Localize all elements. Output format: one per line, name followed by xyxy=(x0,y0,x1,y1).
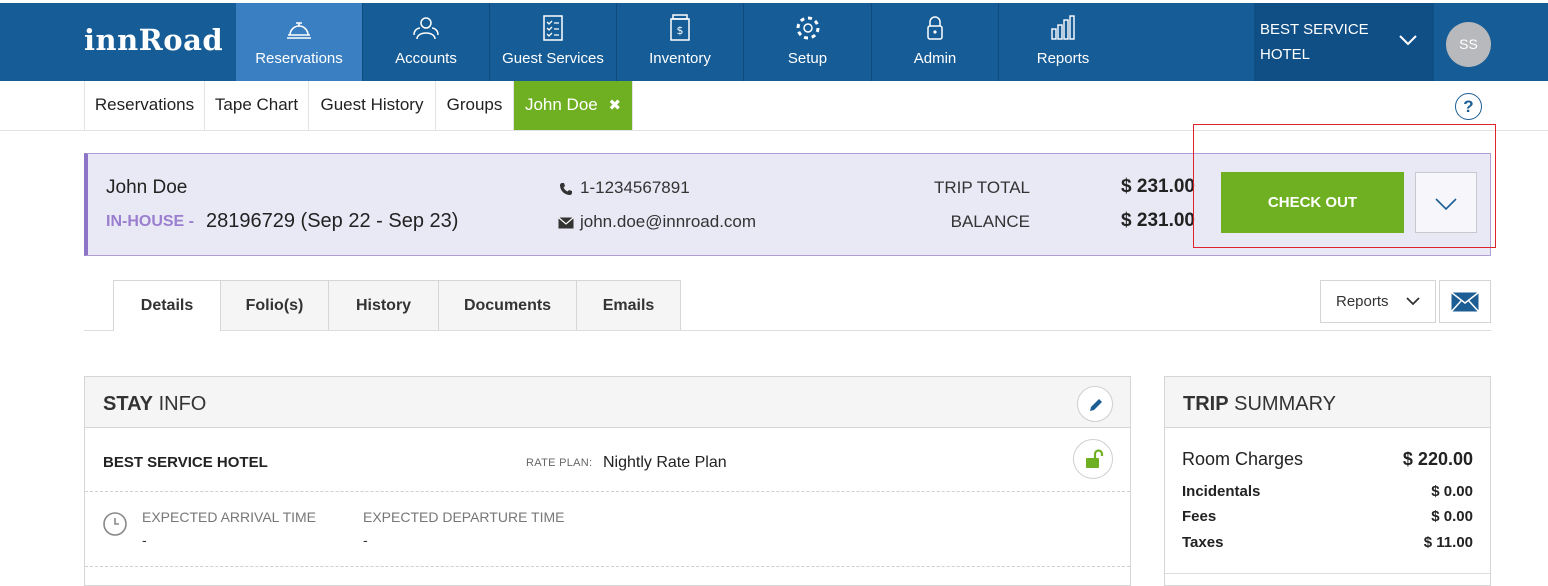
stay-hotel-name: BEST SERVICE HOTEL xyxy=(103,454,268,471)
reservation-number: 28196729 (Sep 22 - Sep 23) xyxy=(206,210,459,232)
subtab-open-reservation[interactable]: John Doe ✖ xyxy=(514,81,633,130)
guest-phone: 1-1234567891 xyxy=(558,178,690,198)
trip-summary-panel: TRIP SUMMARY Room Charges $ 220.00 Incid… xyxy=(1164,376,1491,586)
highlight-box xyxy=(1193,124,1496,248)
app-logo[interactable]: innRoad xyxy=(84,23,223,57)
tab-documents[interactable]: Documents xyxy=(438,280,577,330)
nav-label: Inventory xyxy=(649,50,711,67)
subtab-tape-chart[interactable]: Tape Chart xyxy=(205,81,309,130)
subtab-reservations[interactable]: Reservations xyxy=(84,81,205,130)
summary-row-fees: Fees $ 0.00 xyxy=(1182,508,1473,525)
lock-toggle-button[interactable] xyxy=(1073,439,1113,479)
arrival-time-value: - xyxy=(142,532,147,548)
status-badge: IN-HOUSE - xyxy=(106,213,194,230)
rate-plan-value: Nightly Rate Plan xyxy=(603,454,727,471)
user-avatar[interactable]: SS xyxy=(1446,22,1491,67)
summary-row-taxes: Taxes $ 11.00 xyxy=(1182,534,1473,551)
subtab-guest-history[interactable]: Guest History xyxy=(309,81,436,130)
email-button[interactable] xyxy=(1439,280,1491,323)
stay-info-panel: STAY INFO BEST SERVICE HOTEL RATE PLAN: … xyxy=(84,376,1131,586)
panel-title: TRIP SUMMARY xyxy=(1183,393,1336,415)
svg-text:$: $ xyxy=(677,24,684,37)
nav-guest-services[interactable]: Guest Services xyxy=(490,3,617,81)
nav-label: Admin xyxy=(913,50,957,67)
summary-row-room-charges: Room Charges $ 220.00 xyxy=(1182,449,1473,469)
trip-total-value: $ 231.00 xyxy=(1121,176,1195,197)
phone-icon xyxy=(560,182,572,195)
departure-time-value: - xyxy=(363,532,368,548)
hotel-name: BEST SERVICE HOTEL xyxy=(1260,21,1369,63)
edit-button[interactable] xyxy=(1077,386,1113,422)
nav-admin[interactable]: Admin xyxy=(872,3,999,81)
nav-reservations[interactable]: Reservations xyxy=(236,3,363,81)
nav-setup[interactable]: Setup xyxy=(744,3,872,81)
nav-label: Reservations xyxy=(255,50,343,67)
nav-accounts[interactable]: Accounts xyxy=(363,3,490,81)
envelope-icon xyxy=(1451,292,1479,312)
balance-value: $ 231.00 xyxy=(1121,210,1195,231)
reports-dropdown[interactable]: Reports xyxy=(1320,280,1436,323)
stay-info-header: STAY INFO xyxy=(85,377,1130,428)
checklist-icon xyxy=(543,15,563,41)
help-icon[interactable]: ? xyxy=(1455,93,1482,120)
chevron-down-icon xyxy=(1399,35,1417,46)
pencil-icon xyxy=(1090,399,1102,411)
balance-label: BALANCE xyxy=(950,212,1030,231)
unlock-icon xyxy=(1086,449,1104,468)
tab-folios[interactable]: Folio(s) xyxy=(220,280,329,330)
nav-label: Guest Services xyxy=(502,50,604,67)
nav-label: Reports xyxy=(1036,50,1090,67)
divider xyxy=(1165,573,1490,574)
bell-icon xyxy=(287,22,311,39)
panel-title: STAY INFO xyxy=(103,393,207,415)
trip-total-label: TRIP TOTAL xyxy=(933,178,1030,197)
users-icon xyxy=(413,17,439,40)
top-navigation: innRoad Reservations Accounts Guest Serv… xyxy=(0,0,1548,81)
reports-label: Reports xyxy=(1336,293,1389,310)
nav-label: Accounts xyxy=(395,50,457,67)
divider xyxy=(85,491,1130,492)
arrival-time-label: EXPECTED ARRIVAL TIME xyxy=(142,509,317,525)
tab-history[interactable]: History xyxy=(328,280,439,330)
bar-chart-icon xyxy=(1051,15,1075,40)
subtab-groups[interactable]: Groups xyxy=(436,81,514,130)
guest-name: John Doe xyxy=(106,177,188,198)
departure-time-label: EXPECTED DEPARTURE TIME xyxy=(363,509,565,525)
nav-reports[interactable]: Reports xyxy=(999,3,1127,81)
summary-row-incidentals: Incidentals $ 0.00 xyxy=(1182,483,1473,500)
rate-plan-label: RATE PLAN: xyxy=(526,457,593,469)
divider xyxy=(85,566,1130,567)
hotel-selector[interactable]: BEST SERVICE HOTEL xyxy=(1254,3,1434,81)
nav-label: Setup xyxy=(787,50,828,67)
chevron-down-icon xyxy=(1406,297,1420,306)
guest-email: john.doe@innroad.com xyxy=(558,212,756,232)
open-tab-label: John Doe xyxy=(524,95,598,114)
clock-icon xyxy=(103,512,127,536)
inventory-icon: $ xyxy=(670,14,690,41)
nav-inventory[interactable]: $ Inventory xyxy=(617,3,744,81)
close-icon[interactable]: ✖ xyxy=(608,97,621,114)
gear-icon xyxy=(796,16,819,40)
tab-emails[interactable]: Emails xyxy=(576,280,681,330)
tab-details[interactable]: Details xyxy=(113,280,221,331)
lock-icon xyxy=(927,16,943,40)
trip-summary-header: TRIP SUMMARY xyxy=(1165,377,1490,428)
envelope-icon xyxy=(558,216,574,229)
